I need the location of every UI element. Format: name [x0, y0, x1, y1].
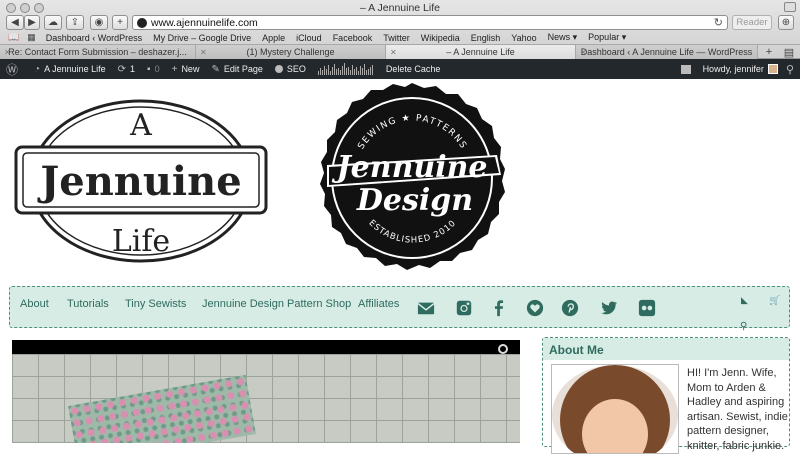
tab-mystery-challenge[interactable]: ✕ (1) Mystery Challenge: [196, 45, 386, 59]
bloglovin-heart-icon[interactable]: [525, 298, 545, 318]
badge-line1: Jennuine: [331, 150, 487, 185]
pinterest-icon[interactable]: [560, 298, 580, 318]
stats-sparkline-icon[interactable]: [317, 63, 374, 75]
add-tab-icon[interactable]: +: [760, 45, 778, 59]
wordpress-logo-icon[interactable]: Ⓦ: [6, 61, 22, 78]
bookmark-item[interactable]: iCloud: [296, 33, 322, 43]
nav-search-icon[interactable]: ⚲: [740, 321, 747, 332]
wp-updates[interactable]: ⟳ 1: [118, 64, 135, 75]
facebook-icon[interactable]: [489, 298, 509, 318]
wp-comments[interactable]: ▪ 0: [147, 64, 160, 75]
forward-arrow-icon: ▶: [28, 17, 36, 28]
comment-icon: ▪: [147, 63, 151, 75]
flickr-icon[interactable]: [637, 298, 657, 318]
site-favicon-icon: [137, 17, 147, 28]
downloads-button[interactable]: ⊕: [778, 15, 794, 30]
share-icon: ⇪: [70, 17, 80, 28]
tab-strip: ✕ Re: Contact Form Submission – deshazer.…: [0, 44, 800, 59]
plus-icon: +: [171, 63, 178, 75]
close-tab-icon[interactable]: ✕: [580, 48, 587, 57]
top-sites-icon[interactable]: ▦: [27, 32, 36, 43]
bookmark-item[interactable]: Facebook: [333, 33, 373, 43]
wp-admin-bar: Ⓦ ◔ A Jennuine Life ⟳ 1 ▪ 0 + New ✎ Edit Page…: [0, 59, 800, 79]
bookmark-item[interactable]: Dashboard ‹ WordPress: [46, 33, 142, 43]
bookmark-item[interactable]: My Drive – Google Drive: [153, 33, 251, 43]
tab-contact-form[interactable]: ✕ Re: Contact Form Submission – deshazer.…: [0, 45, 196, 59]
page-content: A Jennuine Life SEWING ★ PATTERNS Jennui…: [0, 79, 800, 454]
plus-icon: +: [117, 17, 123, 28]
bookmark-item[interactable]: Wikipedia: [421, 33, 460, 43]
tab-a-jennuine-life[interactable]: ✕ – A Jennuine Life: [386, 45, 576, 59]
forward-button[interactable]: ▶: [24, 15, 40, 30]
nav-tutorials[interactable]: Tutorials: [67, 298, 109, 310]
instagram-icon[interactable]: [454, 298, 474, 318]
about-me-bio: HI! I'm Jenn. Wife, Mom to Arden & Hadle…: [687, 367, 788, 452]
wp-new[interactable]: + New: [172, 64, 200, 75]
privacy-icon: ◉: [94, 17, 104, 28]
icloud-tabs-button[interactable]: ☁: [44, 15, 62, 30]
reload-icon[interactable]: ↻: [714, 16, 723, 29]
bookmark-item[interactable]: Yahoo: [511, 33, 536, 43]
bookmark-item[interactable]: English: [471, 33, 501, 43]
nav-about[interactable]: About: [20, 298, 49, 310]
search-icon[interactable]: ⚲: [786, 63, 794, 76]
site-logo[interactable]: A Jennuine Life: [14, 97, 268, 265]
profile-photo-circle: [552, 365, 678, 453]
close-tab-icon[interactable]: ✕: [390, 48, 397, 57]
wp-delete-cache[interactable]: Delete Cache: [386, 64, 441, 74]
email-icon[interactable]: [416, 298, 436, 318]
privacy-button[interactable]: ◉: [90, 15, 108, 30]
close-tab-icon[interactable]: ✕: [4, 48, 11, 57]
reading-list-icon[interactable]: 📖: [8, 32, 19, 43]
nav-affiliates[interactable]: Affiliates: [358, 298, 399, 310]
cloud-icon: ☁: [48, 17, 58, 28]
wp-seo[interactable]: SEO: [274, 64, 306, 74]
about-me-widget: About Me HI! I'm Jenn. Wife, Mom to Arde…: [542, 337, 790, 454]
bookmark-item[interactable]: Twitter: [383, 33, 410, 43]
dashboard-icon: ◔: [34, 63, 41, 75]
downloads-icon: ⊕: [781, 17, 791, 28]
bookmark-item[interactable]: Apple: [262, 33, 285, 43]
reader-button[interactable]: Reader: [732, 15, 772, 30]
twitter-icon[interactable]: [599, 298, 619, 318]
featured-image[interactable]: [12, 340, 520, 443]
back-arrow-icon: ◀: [11, 17, 19, 28]
widget-title: About Me: [543, 338, 789, 360]
badge-line2: Design: [356, 183, 473, 218]
rss-icon[interactable]: ◣: [741, 295, 748, 306]
back-button[interactable]: ◀: [6, 15, 24, 30]
window-title: – A Jennuine Life: [360, 2, 440, 14]
avatar[interactable]: [767, 64, 778, 74]
browser-chrome: – A Jennuine Life ◀ ▶ ☁ ⇪ ◉ + www.ajennu…: [0, 0, 800, 59]
close-tab-icon[interactable]: ✕: [200, 48, 207, 57]
tab-dashboard[interactable]: ✕ Dashboard ‹ A Jennuine Life — WordPress: [576, 45, 758, 59]
bookmarks-bar: 📖 ▦ Dashboard ‹ WordPress My Drive – Goo…: [0, 31, 800, 44]
jennuine-design-badge[interactable]: SEWING ★ PATTERNS Jennuine Design ESTABL…: [315, 83, 510, 273]
logo-text-bottom: Life: [112, 224, 170, 259]
updates-icon: ⟳: [117, 63, 127, 75]
address-bar[interactable]: www.ajennuinelife.com ↻: [132, 15, 728, 30]
notification-icon[interactable]: [680, 64, 691, 74]
pencil-icon: ✎: [211, 63, 220, 75]
new-tab-button[interactable]: +: [112, 15, 128, 30]
wp-howdy[interactable]: Howdy, jennifer: [703, 64, 764, 74]
nav-pattern-shop[interactable]: Jennuine Design Pattern Shop: [202, 298, 351, 310]
logo-text-main: Jennuine: [37, 158, 241, 205]
fullscreen-icon[interactable]: [784, 2, 796, 12]
wp-site-name[interactable]: ◔ A Jennuine Life: [34, 64, 106, 75]
nav-tiny-sewists[interactable]: Tiny Sewists: [125, 298, 186, 310]
profile-photo[interactable]: [551, 364, 679, 454]
url-text: www.ajennuinelife.com: [151, 16, 258, 29]
main-nav: About Tutorials Tiny Sewists Jennuine De…: [9, 286, 790, 332]
bookmark-item[interactable]: News ▾: [548, 32, 578, 43]
bookmark-item[interactable]: Popular ▾: [588, 32, 626, 43]
cart-icon[interactable]: 🛒: [769, 295, 780, 306]
scissors-icon: [498, 344, 508, 354]
tab-overview-icon[interactable]: ▤: [780, 45, 798, 59]
logo-text-top: A: [129, 108, 152, 143]
share-button[interactable]: ⇪: [66, 15, 84, 30]
wp-edit-page[interactable]: ✎ Edit Page: [211, 64, 262, 75]
seo-status-icon: [274, 65, 283, 73]
